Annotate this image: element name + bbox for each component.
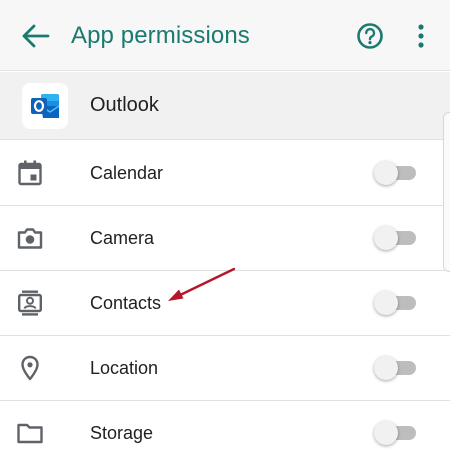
calendar-icon: [18, 160, 42, 186]
scrollbar[interactable]: [443, 112, 450, 272]
permission-label: Calendar: [90, 163, 164, 183]
arrow-left-icon[interactable]: [20, 22, 50, 50]
camera-icon: [17, 228, 43, 249]
permission-toggle-calendar[interactable]: [374, 161, 418, 185]
permission-label: Camera: [90, 228, 155, 248]
permission-row-location[interactable]: Location: [0, 336, 450, 401]
more-vert-icon[interactable]: [414, 24, 428, 48]
permission-toggle-contacts[interactable]: [374, 291, 418, 315]
app-name: Outlook: [90, 94, 159, 116]
permission-label: Storage: [90, 423, 154, 443]
permission-row-camera[interactable]: Camera: [0, 206, 450, 271]
location-pin-icon: [21, 355, 39, 381]
toggle-thumb: [374, 356, 398, 380]
app-header-row: Outlook: [0, 72, 450, 140]
permission-toggle-storage[interactable]: [374, 421, 418, 445]
permission-row-storage[interactable]: Storage: [0, 401, 450, 463]
contacts-icon: [18, 290, 43, 316]
toggle-thumb: [374, 161, 398, 185]
page-title: App permissions: [71, 22, 250, 49]
help-circle-icon[interactable]: [356, 22, 384, 50]
toggle-thumb: [374, 421, 398, 445]
permission-label: Contacts: [90, 293, 162, 313]
permission-toggle-location[interactable]: [374, 356, 418, 380]
toggle-thumb: [374, 291, 398, 315]
folder-icon: [17, 423, 43, 444]
toggle-thumb: [374, 226, 398, 250]
app-bar: App permissions: [0, 0, 450, 71]
annotation-arrow-icon: [168, 267, 236, 301]
permission-toggle-camera[interactable]: [374, 226, 418, 250]
outlook-logo-icon: [22, 83, 68, 129]
permission-row-calendar[interactable]: Calendar: [0, 141, 450, 206]
permission-label: Location: [90, 358, 159, 378]
